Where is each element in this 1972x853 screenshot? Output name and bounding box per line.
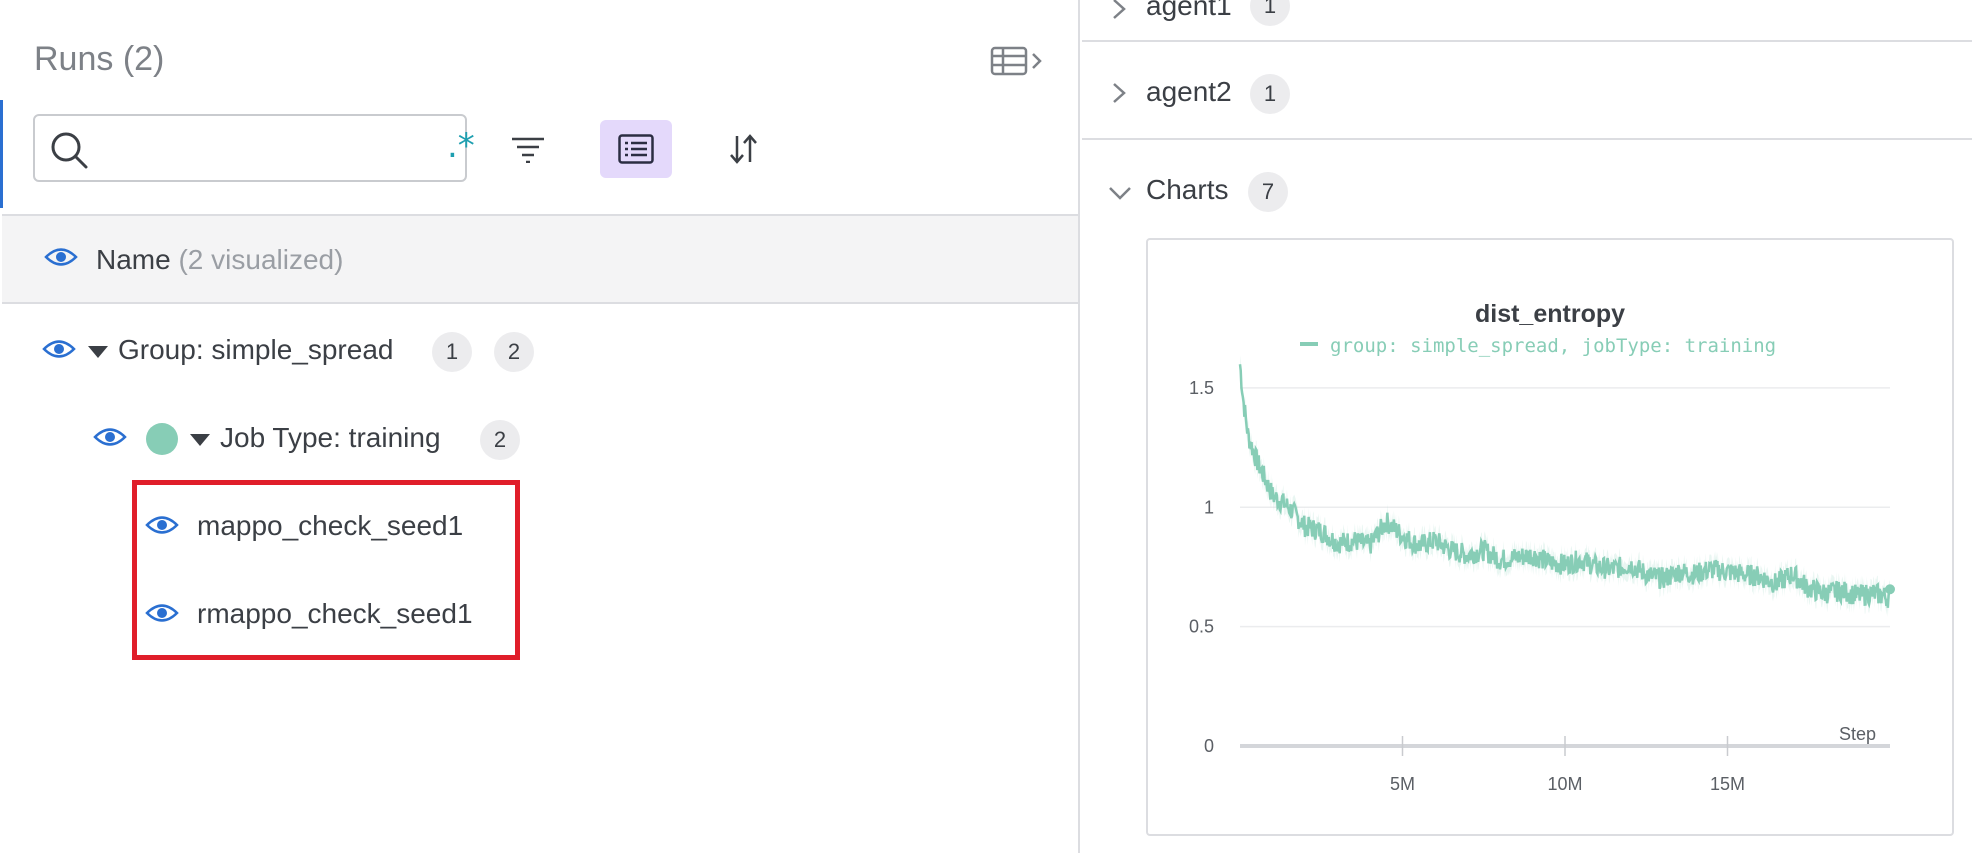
chart-panel[interactable]: dist_entropy group: simple_spread, jobTy… (1146, 238, 1954, 836)
active-accent-bar (0, 100, 3, 208)
workspace-panel: agent1 1 agent2 1 Charts 7 dist_entropy … (1082, 0, 1972, 853)
charts-count-badge: 7 (1248, 172, 1288, 212)
charts-section-label[interactable]: Charts (1146, 174, 1228, 206)
search-input[interactable] (99, 126, 419, 170)
y-tick-label: 0.5 (1189, 617, 1214, 637)
x-tick-label: 10M (1547, 774, 1582, 794)
y-tick-label: 1 (1204, 497, 1214, 517)
caret-down-icon[interactable] (190, 434, 210, 446)
chart-title: dist_entropy (1475, 300, 1625, 328)
chevron-right-icon (1113, 0, 1126, 19)
caret-down-icon[interactable] (88, 346, 108, 358)
expand-table-button[interactable] (990, 46, 1046, 76)
list-icon (618, 134, 654, 164)
name-label-text: Name (96, 244, 171, 275)
y-tick-label: 0 (1204, 736, 1214, 756)
group-label[interactable]: Group: simple_spread (118, 334, 393, 366)
section-label: agent2 (1146, 76, 1232, 107)
group-button[interactable] (600, 120, 672, 178)
chevron-right-icon (1113, 83, 1126, 103)
job-type-count-badge: 2 (480, 420, 520, 460)
highlight-annotation-box (132, 480, 520, 660)
table-icon (990, 46, 1042, 76)
sort-icon (730, 134, 757, 164)
eye-icon[interactable] (42, 338, 76, 360)
section-agent2[interactable]: agent2 1 (1082, 42, 1972, 140)
name-header-label: Name (2 visualized) (96, 244, 343, 276)
legend-label: group: simple_spread, jobType: training (1330, 335, 1776, 357)
section-count-badge: 1 (1250, 74, 1290, 114)
section-label: agent1 (1146, 0, 1232, 21)
filter-icon (512, 137, 544, 163)
name-column-header[interactable]: Name (2 visualized) (2, 214, 1078, 304)
runs-panel: Runs (2) .* Name (2 visualized) Group: s… (0, 0, 1080, 853)
search-icon (51, 132, 88, 169)
x-tick-label: 15M (1710, 774, 1745, 794)
eye-icon[interactable] (44, 246, 78, 268)
line-layer (1238, 355, 1895, 617)
visualized-count: (2 visualized) (178, 244, 344, 275)
regex-toggle-button[interactable]: .* (447, 126, 475, 166)
y-tick-label: 1.5 (1189, 378, 1214, 398)
runs-title: Runs (2) (34, 40, 165, 78)
section-agent1[interactable]: agent1 1 (1082, 0, 1972, 42)
sort-button[interactable] (708, 120, 780, 178)
filter-button[interactable] (492, 120, 564, 178)
search-box[interactable]: .* (33, 114, 475, 182)
section-count-badge: 1 (1250, 0, 1290, 26)
eye-icon[interactable] (93, 426, 127, 448)
group-runs-badge: 2 (494, 332, 534, 372)
series-end-point (1885, 584, 1895, 595)
x-axis-label: Step (1839, 724, 1876, 744)
group-count-badge: 1 (432, 332, 472, 372)
chevron-down-icon[interactable] (1108, 186, 1132, 200)
job-type-label[interactable]: Job Type: training (220, 422, 441, 454)
line-chart: dist_entropy group: simple_spread, jobTy… (1189, 300, 1895, 794)
x-tick-label: 5M (1390, 774, 1415, 794)
run-color-dot[interactable] (146, 423, 178, 455)
